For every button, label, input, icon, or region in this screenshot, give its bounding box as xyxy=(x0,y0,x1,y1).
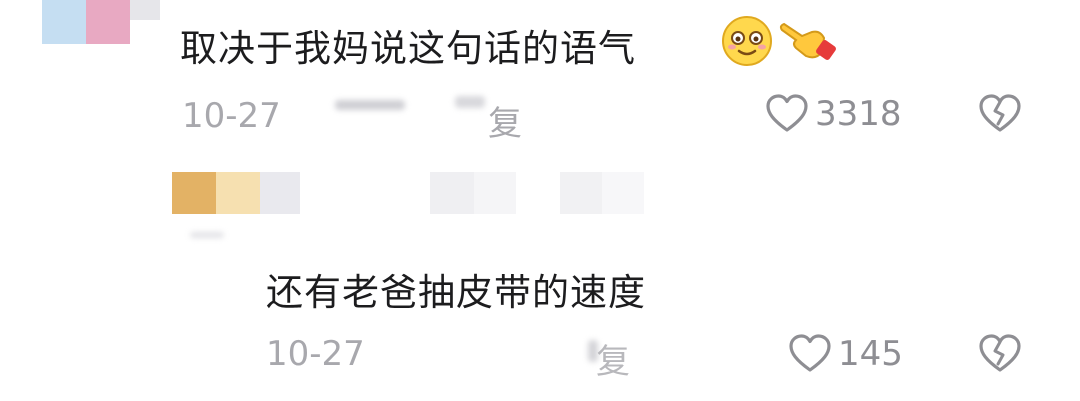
pointing-hand-emoji-icon xyxy=(779,22,836,60)
comment-date: 10-27 xyxy=(182,96,281,136)
like-button[interactable]: 145 xyxy=(788,334,903,374)
dislike-button[interactable] xyxy=(978,334,1022,374)
heart-icon xyxy=(766,94,808,132)
reply-date: 10-27 xyxy=(266,334,365,374)
blurred-tile xyxy=(474,172,516,214)
avatar-tile xyxy=(260,172,300,214)
avatar-tile xyxy=(86,0,130,44)
broken-heart-icon xyxy=(979,334,1021,372)
blurred-tile xyxy=(560,172,602,214)
broken-heart-icon xyxy=(979,94,1021,132)
reply-button[interactable]: 复 xyxy=(596,334,630,383)
blurred-tile xyxy=(430,172,474,214)
heart-icon xyxy=(789,334,831,372)
like-count: 3318 xyxy=(815,94,902,134)
blurred-text xyxy=(190,232,224,238)
blurred-text xyxy=(455,96,485,108)
reply-button[interactable]: 复 xyxy=(488,96,522,145)
dislike-button[interactable] xyxy=(978,94,1022,134)
like-button[interactable]: 3318 xyxy=(765,94,902,134)
like-count: 145 xyxy=(838,334,903,374)
comment-text: 取决于我妈说这句话的语气 xyxy=(180,27,636,70)
reply-text: 还有老爸抽皮带的速度 xyxy=(266,271,646,314)
avatar-tile xyxy=(130,0,160,20)
avatar-tile xyxy=(172,172,216,214)
avatar-tile xyxy=(216,172,260,214)
blurred-tile xyxy=(602,172,644,214)
blurred-text xyxy=(335,100,405,110)
avatar-tile xyxy=(42,0,86,44)
smiling-face-emoji-icon xyxy=(722,16,772,66)
